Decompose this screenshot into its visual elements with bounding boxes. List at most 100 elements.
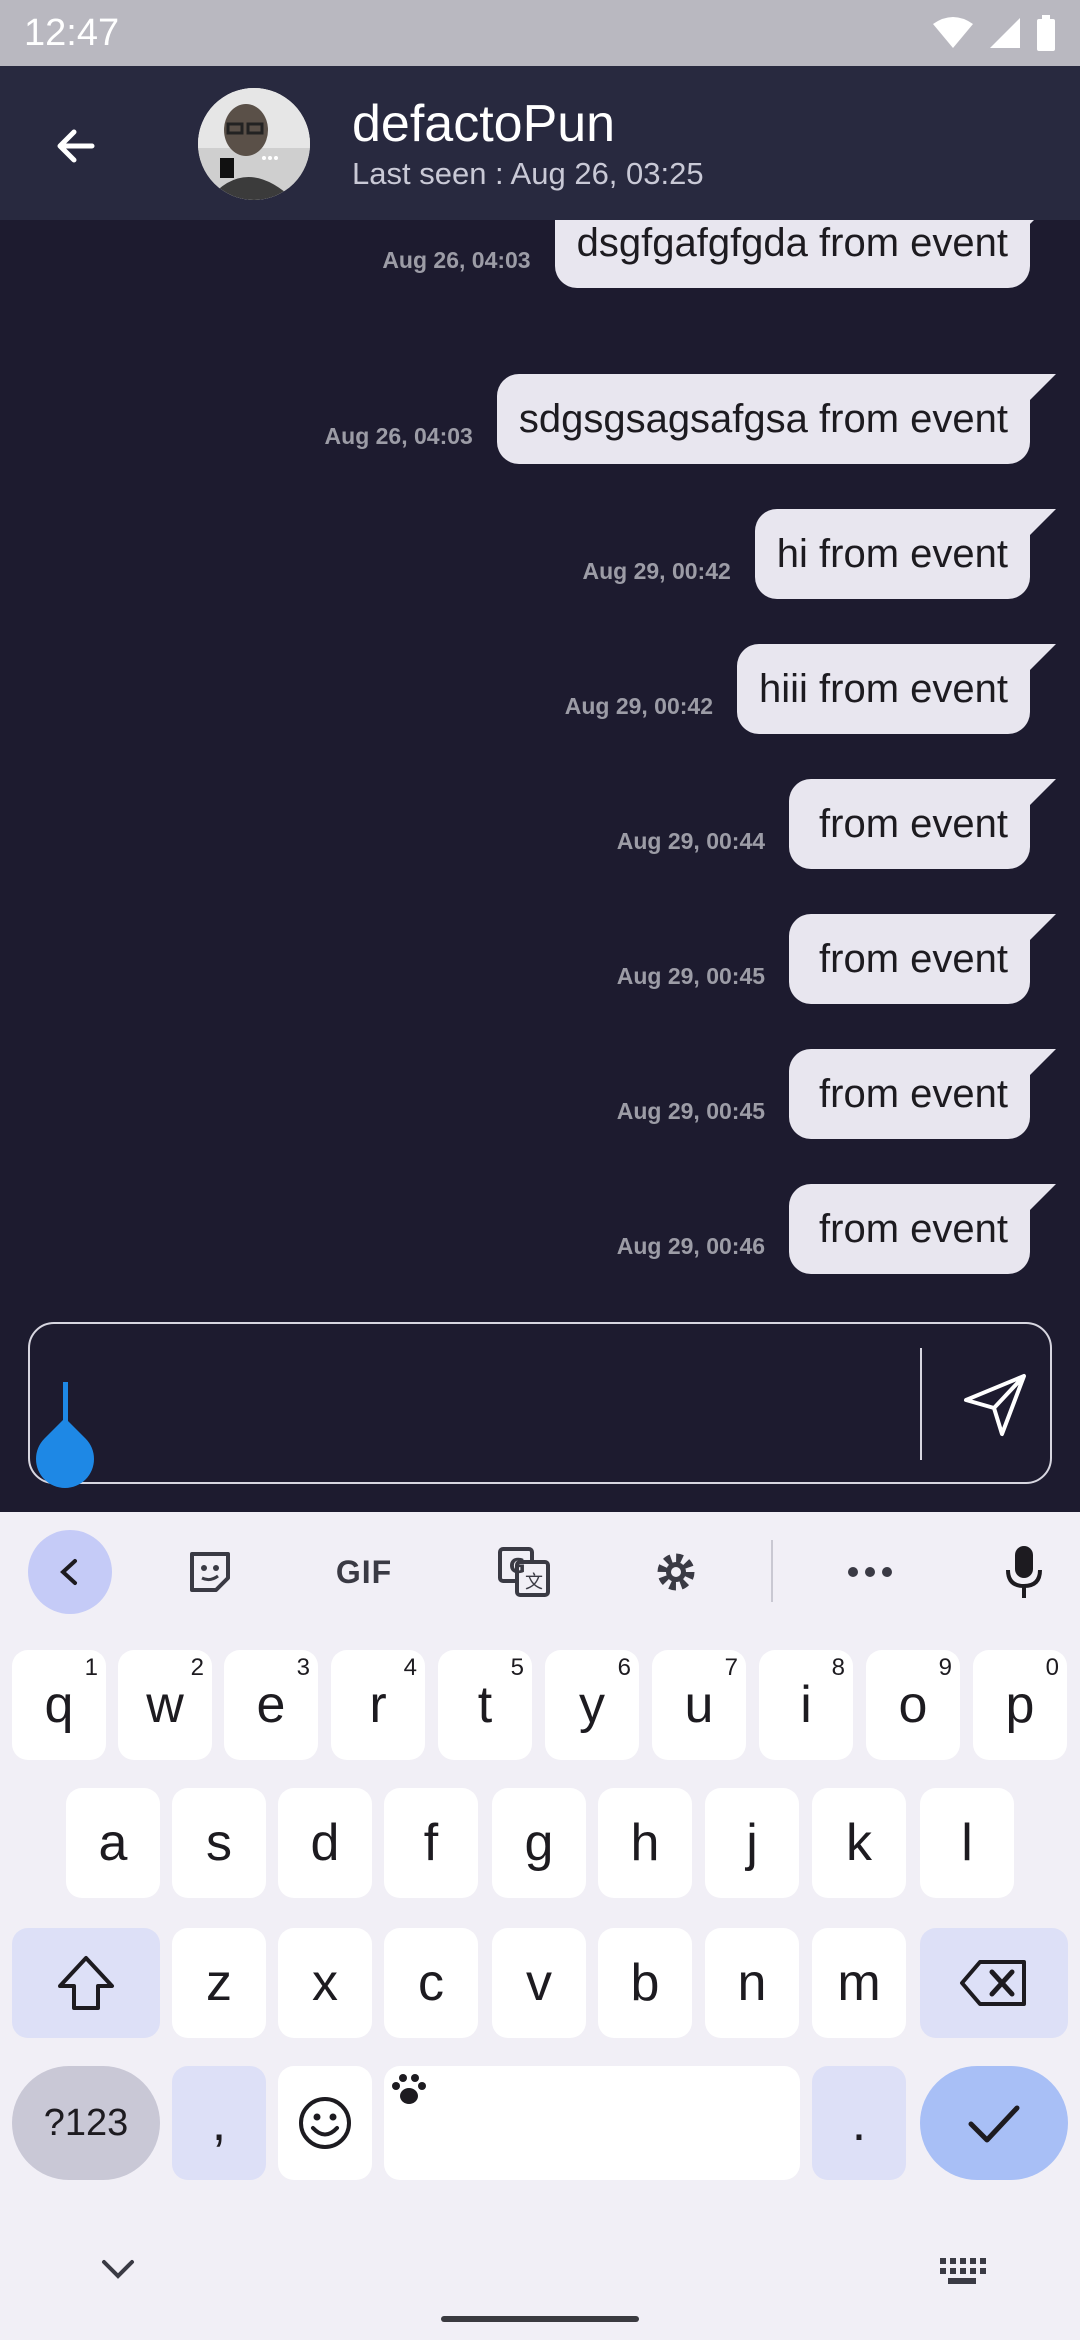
symbols-key[interactable]: ?123: [12, 2066, 160, 2180]
keyboard-icon: [940, 2258, 986, 2284]
message-bubble[interactable]: hiii from event: [737, 644, 1056, 734]
status-icons: [932, 15, 1056, 51]
key-v[interactable]: v: [492, 1928, 586, 2038]
message-bubble[interactable]: from event: [789, 914, 1056, 1004]
key-e[interactable]: e3: [224, 1650, 318, 1760]
key-z[interactable]: z: [172, 1928, 266, 2038]
key-h[interactable]: h: [598, 1788, 692, 1898]
toolbar-divider: [771, 1540, 773, 1602]
message-bubble[interactable]: from event: [789, 1184, 1056, 1274]
cell-signal-icon: [990, 18, 1020, 48]
microphone-icon: [1006, 1546, 1042, 1598]
contact-avatar[interactable]: [198, 88, 310, 200]
key-t[interactable]: t5: [438, 1650, 532, 1760]
svg-text:G: G: [509, 1554, 525, 1578]
gesture-nav-handle[interactable]: [441, 2316, 639, 2322]
more-options-button[interactable]: [828, 1530, 912, 1614]
contact-name[interactable]: defactoPun: [352, 94, 615, 154]
message-time: Aug 29, 00:44: [616, 828, 766, 854]
message-bubble[interactable]: sdgsgsagsafgsa from event: [496, 374, 1056, 464]
comma-key[interactable]: ,: [172, 2066, 266, 2180]
soft-keyboard: GIF G 文 q 1 w 2 e 3 r 4 t 5 y 6 u 7 i 8 …: [0, 1512, 1080, 2340]
bubble-tail: [1030, 1184, 1056, 1210]
status-time: 12:47: [24, 11, 120, 54]
message-bubble[interactable]: dsgfgafgfgda from event: [554, 220, 1056, 288]
message-text: from event: [819, 1207, 1008, 1251]
key-q[interactable]: q1: [12, 1650, 106, 1760]
message-text: hi from event: [776, 532, 1008, 576]
settings-button[interactable]: [634, 1530, 718, 1614]
key-w[interactable]: w2: [118, 1650, 212, 1760]
message-text: hiii from event: [759, 667, 1008, 711]
key-y[interactable]: y6: [545, 1650, 639, 1760]
key-c[interactable]: c: [384, 1928, 478, 2038]
key-n[interactable]: n: [705, 1928, 799, 2038]
gif-button[interactable]: GIF: [322, 1530, 406, 1614]
hide-keyboard-button[interactable]: [96, 2254, 140, 2289]
svg-text:文: 文: [525, 1572, 543, 1593]
message-bubble[interactable]: hi from event: [754, 509, 1056, 599]
chat-screen: 12:47 defactoPun Last seen: Aug 26, 03:…: [0, 0, 1080, 2340]
send-button[interactable]: [950, 1360, 1040, 1450]
key-r[interactable]: r4: [331, 1650, 425, 1760]
back-button[interactable]: [40, 110, 112, 182]
backspace-icon: [960, 1960, 1026, 2006]
toolbar-collapse-button[interactable]: [28, 1530, 112, 1614]
chevron-left-icon: [60, 1559, 77, 1585]
message-input[interactable]: [60, 1364, 920, 1444]
key-s[interactable]: s: [172, 1788, 266, 1898]
backspace-key[interactable]: [920, 1928, 1068, 2038]
period-key[interactable]: .: [812, 2066, 906, 2180]
key-o[interactable]: o9: [866, 1650, 960, 1760]
emoji-icon: [299, 2097, 351, 2149]
message-bubble[interactable]: from event: [789, 779, 1056, 869]
message-bubble[interactable]: from event: [789, 1049, 1056, 1139]
key-m[interactable]: m: [812, 1928, 906, 2038]
message-row: Aug 29, 00:42 hiii from event: [565, 644, 1056, 734]
input-divider: [920, 1348, 922, 1460]
enter-key[interactable]: [920, 2066, 1068, 2180]
key-f[interactable]: f: [384, 1788, 478, 1898]
message-time: Aug 29, 00:42: [582, 558, 731, 584]
message-time: Aug 26, 04:03: [382, 247, 531, 273]
keyboard-switch-button[interactable]: [938, 2256, 986, 2291]
sticker-button[interactable]: [168, 1530, 252, 1614]
chevron-down-icon: [102, 2260, 134, 2279]
key-g[interactable]: g: [492, 1788, 586, 1898]
key-d[interactable]: d: [278, 1788, 372, 1898]
arrow-back-icon: [57, 129, 95, 163]
key-i[interactable]: i8: [759, 1650, 853, 1760]
message-list[interactable]: Aug 26, 04:03 dsgfgafgfgda from event Au…: [0, 220, 1080, 1302]
bubble-tail: [1030, 220, 1056, 224]
keyboard-toolbar: GIF G 文: [0, 1512, 1080, 1632]
gear-icon: [657, 1553, 695, 1591]
message-row: Aug 26, 04:03 sdgsgsagsafgsa from event: [324, 374, 1056, 464]
translate-button[interactable]: G 文: [482, 1530, 566, 1614]
key-p[interactable]: p0: [973, 1650, 1067, 1760]
message-row: Aug 29, 00:42 hi from event: [582, 509, 1056, 599]
key-j[interactable]: j: [705, 1788, 799, 1898]
key-a[interactable]: a: [66, 1788, 160, 1898]
voice-input-button[interactable]: [982, 1530, 1066, 1614]
shift-key[interactable]: [12, 1928, 160, 2038]
key-k[interactable]: k: [812, 1788, 906, 1898]
send-icon: [964, 1374, 1026, 1436]
message-row: Aug 29, 00:46 from event: [616, 1184, 1056, 1274]
message-text: from event: [819, 937, 1008, 981]
message-time: Aug 29, 00:46: [616, 1233, 766, 1259]
bubble-tail: [1030, 509, 1056, 535]
avatar-photo: [198, 88, 310, 200]
emoji-key[interactable]: [278, 2066, 372, 2180]
space-key[interactable]: [384, 2066, 800, 2180]
wifi-icon: [933, 17, 973, 48]
key-l[interactable]: l: [920, 1788, 1014, 1898]
last-seen-status: Last seen : Aug 26, 03:25: [352, 156, 704, 191]
key-b[interactable]: b: [598, 1928, 692, 2038]
key-x[interactable]: x: [278, 1928, 372, 2038]
paw-icon: [392, 2074, 426, 2104]
translate-icon: G 文: [498, 1547, 550, 1597]
key-u[interactable]: u7: [652, 1650, 746, 1760]
message-composer: [23, 1322, 1052, 1501]
shift-icon: [58, 1956, 114, 2010]
message-time: Aug 26, 04:03: [324, 423, 473, 449]
